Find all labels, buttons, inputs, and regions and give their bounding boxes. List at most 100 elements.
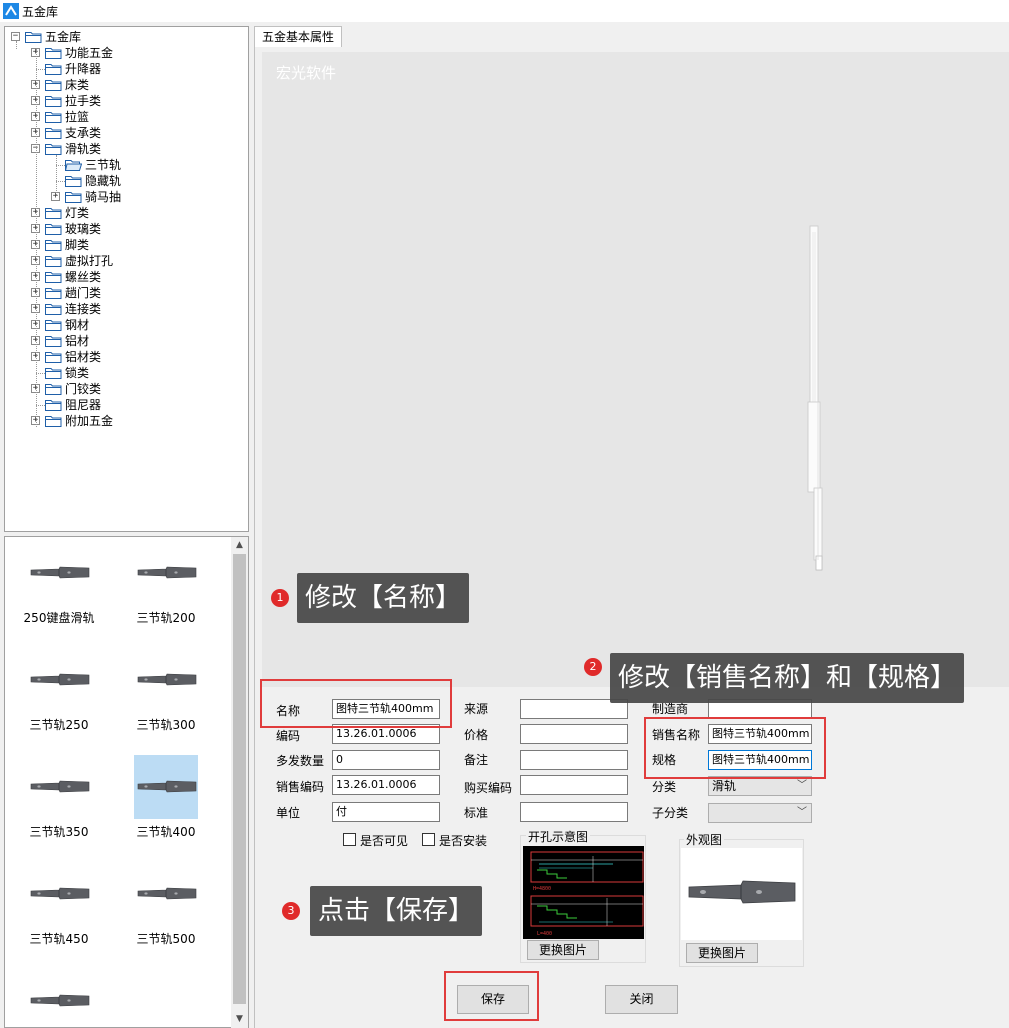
thumbnail-item[interactable]: 三节轨400 — [116, 755, 216, 855]
tree-item[interactable]: + 灯类 — [5, 205, 248, 221]
slide-rail-image — [134, 755, 198, 819]
tree-item-label: 阻尼器 — [65, 398, 102, 412]
thumbnail-item[interactable]: 250键盘滑轨 — [9, 541, 109, 641]
slide-rail-image — [134, 648, 198, 712]
thumbnail-scrollbar[interactable]: ▲ ▼ — [231, 537, 248, 1028]
appearance-change-image-button[interactable]: 更换图片 — [686, 943, 758, 963]
slide-rail-image — [27, 862, 91, 926]
category-tree[interactable]: − 五金库 + 功能五金 升降器 + 床类 + 拉手类 + 拉篮 + 支承类 − 滑轨类 三节轨 隐藏轨 + 骑马抽… — [4, 26, 249, 532]
hole-diagram-change-image-button[interactable]: 更换图片 — [527, 940, 599, 960]
tree-item[interactable]: + 拉篮 — [5, 109, 248, 125]
tree-item[interactable]: 升降器 — [5, 61, 248, 77]
thumbnail-label: 三节轨200 — [136, 611, 196, 625]
watermark: 宏光软件 — [276, 64, 337, 82]
tree-item-label: 支承类 — [65, 126, 102, 140]
standard-field[interactable] — [520, 802, 628, 822]
thumbnail-item[interactable] — [9, 969, 109, 1027]
folder-icon — [45, 63, 62, 75]
thumbnail-item[interactable]: 三节轨350 — [9, 755, 109, 855]
thumbnail-list[interactable]: 250键盘滑轨 三节轨200 三节轨250 三节轨300 三节轨350 三节轨400 三节轨… — [4, 536, 249, 1028]
tree-connector — [36, 69, 45, 70]
folder-icon — [45, 319, 62, 331]
visible-checkbox[interactable] — [343, 833, 356, 846]
tree-item[interactable]: + 床类 — [5, 77, 248, 93]
code-label: 编码 — [276, 729, 301, 743]
install-checkbox[interactable] — [422, 833, 435, 846]
thumbnail-item[interactable]: 三节轨300 — [116, 648, 216, 748]
folder-icon — [45, 239, 62, 251]
thumbnail-label: 250键盘滑轨 — [23, 611, 95, 625]
tree-item-label: 三节轨 — [85, 158, 122, 172]
sales-code-field[interactable]: 13.26.01.0006 — [332, 775, 440, 795]
tree-item-label: 螺丝类 — [65, 270, 102, 284]
tree-item[interactable]: + 支承类 — [5, 125, 248, 141]
multi-qty-field[interactable]: 0 — [332, 750, 440, 770]
tree-connector — [36, 373, 45, 374]
tree-guide-line — [56, 155, 57, 195]
tree-item[interactable]: + 钢材 — [5, 317, 248, 333]
slide-rail-image — [27, 755, 91, 819]
subcategory-select[interactable]: ﹀ — [708, 803, 812, 823]
appearance-title: 外观图 — [684, 831, 725, 848]
tree-item[interactable]: + 玻璃类 — [5, 221, 248, 237]
tree-root[interactable]: − 五金库 — [5, 29, 248, 45]
tree-item[interactable]: + 门铰类 — [5, 381, 248, 397]
tree-item[interactable]: + 拉手类 — [5, 93, 248, 109]
price-field[interactable] — [520, 724, 628, 744]
remark-field[interactable] — [520, 750, 628, 770]
highlight-name-field — [260, 679, 452, 728]
tree-item[interactable]: + 附加五金 — [5, 413, 248, 429]
thumbnail-item[interactable]: 三节轨500 — [116, 862, 216, 962]
step-3-callout: 点击【保存】 — [310, 886, 483, 936]
tree-item-label: 脚类 — [65, 238, 90, 252]
tree-item[interactable]: + 铝材 — [5, 333, 248, 349]
tree-item-label: 玻璃类 — [65, 222, 102, 236]
tree-item-label: 骑马抽 — [85, 190, 122, 204]
tree-item-label: 铝材类 — [65, 350, 102, 364]
slide-rail-image — [27, 648, 91, 712]
tree-item[interactable]: 隐藏轨 — [5, 173, 248, 189]
tree-item[interactable]: − 滑轨类 — [5, 141, 248, 157]
thumbnail-item[interactable]: 三节轨250 — [9, 648, 109, 748]
thumbnail-item[interactable]: 三节轨200 — [116, 541, 216, 641]
tree-connector — [36, 405, 45, 406]
tree-item[interactable]: + 趟门类 — [5, 285, 248, 301]
tree-item[interactable]: + 铝材类 — [5, 349, 248, 365]
highlight-save-button — [444, 971, 539, 1021]
category-value: 滑轨 — [712, 779, 737, 793]
collapse-icon[interactable]: − — [11, 32, 20, 41]
thumbnail-item[interactable]: 三节轨450 — [9, 862, 109, 962]
folder-open-icon — [64, 159, 83, 171]
tree-item[interactable]: + 螺丝类 — [5, 269, 248, 285]
tree-item[interactable]: 锁类 — [5, 365, 248, 381]
tree-item[interactable]: + 虚拟打孔 — [5, 253, 248, 269]
purchase-code-field[interactable] — [520, 775, 628, 795]
slide-rail-image — [27, 969, 91, 1027]
subcategory-label: 子分类 — [652, 806, 689, 820]
tree-item[interactable]: 阻尼器 — [5, 397, 248, 413]
tree-item[interactable]: 三节轨 — [5, 157, 248, 173]
tree-item-label: 滑轨类 — [65, 142, 102, 156]
folder-icon — [65, 191, 82, 203]
install-label: 是否安装 — [439, 834, 488, 848]
folder-icon — [45, 399, 62, 411]
tab-basic-properties[interactable]: 五金基本属性 — [254, 26, 342, 47]
tree-item-label: 拉篮 — [65, 110, 90, 124]
tree-item[interactable]: + 脚类 — [5, 237, 248, 253]
category-select[interactable]: 滑轨 ﹀ — [708, 776, 812, 796]
svg-text:L=400: L=400 — [537, 931, 552, 937]
step-2-badge: 2 — [584, 658, 602, 676]
scroll-down-icon[interactable]: ▼ — [231, 1011, 248, 1028]
tree-item[interactable]: + 骑马抽 — [5, 189, 248, 205]
scroll-thumb[interactable] — [233, 554, 246, 1004]
close-button[interactable]: 关闭 — [605, 985, 678, 1014]
tree-item[interactable]: + 连接类 — [5, 301, 248, 317]
tree-item[interactable]: + 功能五金 — [5, 45, 248, 61]
tree-item-label: 隐藏轨 — [85, 174, 122, 188]
tree-item-label: 五金库 — [45, 30, 82, 44]
highlight-sales-fields — [644, 717, 826, 779]
scroll-up-icon[interactable]: ▲ — [231, 537, 248, 554]
slide-rail-image — [134, 862, 198, 926]
unit-field[interactable]: 付 — [332, 802, 440, 822]
tree-item-label: 铝材 — [65, 334, 90, 348]
